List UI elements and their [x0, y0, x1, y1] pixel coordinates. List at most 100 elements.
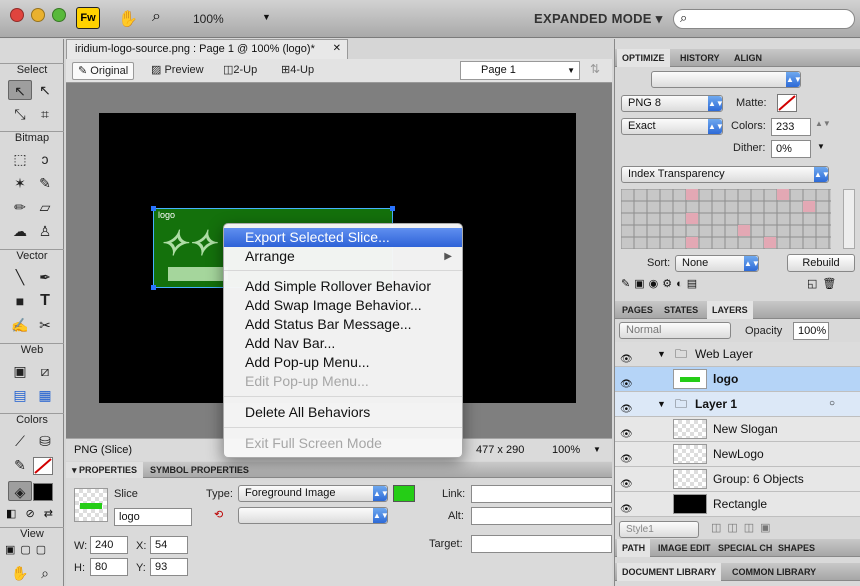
chevron-down-icon[interactable]: ▼ — [817, 142, 825, 151]
layer-row-web-layer[interactable]: 👁 ▼ 🗀 Web Layer — [615, 342, 860, 367]
dither-field[interactable]: 0% — [771, 140, 811, 158]
document-tab[interactable]: iridium-logo-source.png : Page 1 @ 100% … — [66, 39, 348, 59]
search-input[interactable]: ⌕ — [673, 9, 855, 29]
layer-footer-icons[interactable]: ◫◫◫▣ — [711, 521, 777, 534]
menu-item-add-popup-menu[interactable]: Add Pop-up Menu... — [224, 353, 462, 372]
color-palette-grid[interactable] — [621, 189, 831, 249]
eye-icon[interactable]: 👁 — [620, 498, 633, 522]
layer-style-select[interactable]: Style1 — [619, 521, 699, 538]
slice-name-field[interactable]: logo — [114, 508, 192, 526]
freeform-tool-icon[interactable]: ✍ — [8, 315, 32, 335]
rebuild-button[interactable]: Rebuild — [787, 254, 855, 272]
magnifier-icon[interactable]: ⌕ — [152, 8, 161, 26]
view-preview-button[interactable]: ▨ Preview — [146, 62, 209, 80]
matte-swatch[interactable] — [777, 94, 797, 112]
workspace-mode-button[interactable]: EXPANDED MODE ▾ — [534, 11, 663, 27]
layer-row-rectangle[interactable]: 👁 Rectangle — [615, 492, 860, 517]
chevron-down-icon[interactable]: ▼ — [657, 342, 666, 366]
menu-item-add-swap-image[interactable]: Add Swap Image Behavior... — [224, 296, 462, 315]
zoom-tool-icon[interactable]: ⌕ — [33, 563, 57, 583]
brush-tool-icon[interactable]: ✎ — [33, 173, 57, 193]
view-original-button[interactable]: ✎ Original — [72, 62, 135, 80]
zoom-dropdown-icon[interactable]: ▼ — [262, 12, 271, 22]
subselect-tool-icon[interactable]: ↖ — [33, 80, 57, 100]
link-input[interactable] — [471, 485, 612, 503]
hide-slices-icon[interactable]: ▤ — [8, 385, 32, 405]
hand-tool-icon[interactable]: ✋ — [8, 563, 32, 583]
hand-tool-icon[interactable]: ✋ — [118, 9, 138, 29]
chevron-down-icon[interactable]: ▼ — [593, 439, 601, 461]
chevron-down-icon[interactable]: ▼ — [657, 392, 666, 416]
fill-color-icon[interactable]: ◈ — [8, 481, 32, 501]
palette-tool-icons[interactable]: ✎▣◉⚙◐▤ — [621, 277, 701, 290]
layer-row-new-slogan[interactable]: 👁 New Slogan — [615, 417, 860, 442]
blend-mode-select[interactable]: Normal — [619, 322, 731, 339]
fill-color-swatch[interactable] — [33, 483, 53, 501]
scale-tool-icon[interactable]: ⤡ — [8, 104, 32, 124]
palette-scrollbar[interactable] — [843, 189, 855, 249]
alt-input[interactable] — [471, 507, 612, 525]
screen-mode-icons[interactable]: ▣▢▢ — [5, 543, 51, 556]
transparency-select[interactable]: Index Transparency ▲▼ — [621, 166, 830, 183]
colors-field[interactable]: 233 — [771, 118, 811, 136]
opacity-field[interactable]: 100% — [793, 322, 829, 340]
slice-handle[interactable] — [390, 206, 395, 211]
palette-select[interactable]: Exact ▲▼ — [621, 118, 724, 135]
menu-item-add-status-bar-message[interactable]: Add Status Bar Message... — [224, 315, 462, 334]
text-tool-icon[interactable]: T — [33, 291, 57, 311]
behavior-select[interactable]: ▲▼ — [238, 507, 389, 524]
page-nav-icon[interactable]: ⇅ — [590, 62, 600, 76]
slice-color-swatch[interactable] — [393, 485, 415, 502]
menu-item-arrange[interactable]: Arrange ▶ — [224, 247, 462, 266]
view-4up-button[interactable]: ⊞4-Up — [276, 62, 319, 80]
paint-bucket-icon[interactable]: ⛁ — [33, 431, 57, 451]
pointer-tool-icon[interactable]: ↖ — [8, 80, 32, 100]
layer-target-icon[interactable]: ○ — [829, 392, 835, 416]
tab-layers[interactable]: LAYERS — [707, 301, 753, 319]
crop-tool-icon[interactable]: ⌗ — [33, 104, 57, 124]
x-field[interactable]: 54 — [150, 536, 188, 554]
height-field[interactable]: 80 — [90, 558, 128, 576]
width-field[interactable]: 240 — [90, 536, 128, 554]
stroke-color-swatch[interactable] — [33, 457, 53, 475]
rubber-stamp-icon[interactable]: ♙ — [33, 221, 57, 241]
zoom-level[interactable]: 100% — [193, 12, 224, 26]
tab-properties[interactable]: ▾ PROPERTIES — [66, 462, 144, 478]
pencil-tool-icon[interactable]: ✏ — [8, 197, 32, 217]
magic-wand-icon[interactable]: ✶ — [8, 173, 32, 193]
pen-tool-icon[interactable]: ✒ — [33, 267, 57, 287]
tab-common-library[interactable]: COMMON LIBRARY — [727, 563, 821, 581]
status-zoom[interactable]: 100% — [552, 439, 580, 461]
tab-pages[interactable]: PAGES — [617, 301, 658, 319]
view-2up-button[interactable]: ◫2-Up — [218, 62, 262, 80]
marquee-tool-icon[interactable]: ⬚ — [8, 149, 32, 169]
hotspot-tool-icon[interactable]: ▣ — [8, 361, 32, 381]
menu-item-delete-all-behaviors[interactable]: Delete All Behaviors — [224, 403, 462, 422]
zoom-window-icon[interactable] — [52, 8, 66, 22]
stepper-icon[interactable]: ▲▼ — [815, 119, 831, 128]
show-slices-icon[interactable]: ▦ — [33, 385, 57, 405]
tab-shapes[interactable]: SHAPES — [773, 539, 820, 557]
close-document-icon[interactable]: ✕ — [333, 40, 341, 58]
sort-select[interactable]: None ▲▼ — [675, 255, 760, 272]
slice-handle[interactable] — [151, 206, 156, 211]
page-select[interactable]: Page 1 ▼ — [460, 61, 580, 80]
optimize-preset-select[interactable]: ▲▼ — [651, 71, 802, 88]
tab-align[interactable]: ALIGN — [729, 49, 767, 67]
tab-history[interactable]: HISTORY — [675, 49, 725, 67]
eraser-tool-icon[interactable]: ▱ — [33, 197, 57, 217]
layer-row-layer-1[interactable]: 👁 ▼ 🗀 Layer 1 ○ — [615, 392, 860, 417]
slice-handle[interactable] — [151, 285, 156, 290]
eyedropper-tool-icon[interactable]: ⟋ — [8, 431, 32, 451]
tab-optimize[interactable]: OPTIMIZE — [617, 49, 670, 67]
layer-row-logo[interactable]: 👁 logo — [615, 367, 860, 392]
tab-states[interactable]: STATES — [659, 301, 703, 319]
target-input[interactable] — [471, 535, 612, 553]
stroke-color-icon[interactable]: ✎ — [8, 455, 32, 475]
slice-tool-icon[interactable]: ⧄ — [33, 361, 57, 381]
layer-row-group[interactable]: 👁 Group: 6 Objects — [615, 467, 860, 492]
menu-item-add-simple-rollover[interactable]: Add Simple Rollover Behavior — [224, 277, 462, 296]
tab-document-library[interactable]: DOCUMENT LIBRARY — [617, 563, 722, 581]
menu-item-add-nav-bar[interactable]: Add Nav Bar... — [224, 334, 462, 353]
palette-footer-icons[interactable]: ◱🗑 — [807, 277, 841, 290]
